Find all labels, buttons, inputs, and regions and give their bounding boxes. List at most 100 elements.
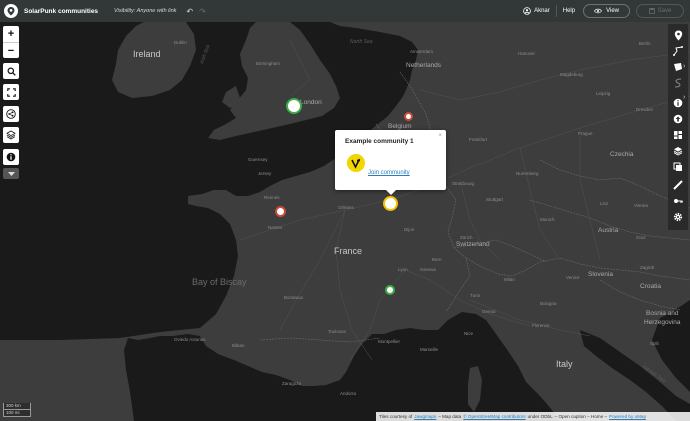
label-netherlands: Netherlands <box>406 62 442 69</box>
label-graz: Graz <box>636 235 646 240</box>
map-canvas[interactable]: Ireland Dublin Irish Sea Birmingham Lond… <box>0 22 690 421</box>
settings-button[interactable] <box>671 210 685 224</box>
umap-logo-icon[interactable] <box>4 4 18 18</box>
label-bordeaux: Bordeaux <box>284 295 304 300</box>
map-attribution: Tiles courtesy of Jawgmaps – Map data © … <box>376 412 690 421</box>
label-birmingham: Birmingham <box>256 61 281 66</box>
community-marker-belgium[interactable] <box>404 112 413 121</box>
label-munich: Munich <box>540 217 555 222</box>
popup-tip <box>385 189 397 195</box>
info-button[interactable] <box>3 149 19 165</box>
ruler-icon <box>673 180 683 190</box>
zoom-control: + − <box>3 26 19 58</box>
label-oviedo: Oviedo Asturias <box>174 337 206 342</box>
popup-close-button[interactable]: × <box>438 133 442 139</box>
label-venice: Venice <box>566 275 580 280</box>
view-button[interactable]: View <box>583 4 630 18</box>
share-icon <box>6 109 16 119</box>
label-czechia: Czechia <box>610 151 634 158</box>
scale-km: 300 km <box>3 403 31 410</box>
route-button[interactable] <box>671 76 685 90</box>
draw-marker-button[interactable] <box>671 28 685 42</box>
search-button[interactable] <box>3 63 19 79</box>
zoom-in-button[interactable]: + <box>3 26 19 42</box>
toolbar-expand-icon[interactable]: › <box>683 63 685 70</box>
wales <box>222 86 242 108</box>
undo-icon[interactable]: ↶ <box>186 7 193 16</box>
basemap <box>0 22 690 421</box>
marker-icon <box>674 30 682 40</box>
map-title[interactable]: SolarPunk communities <box>24 8 98 15</box>
fullscreen-button[interactable] <box>3 84 19 100</box>
label-strasbourg: Strasbourg <box>452 181 475 186</box>
jawgmaps-link[interactable]: Jawgmaps <box>414 414 436 419</box>
label-nantes: Nantes <box>268 225 283 230</box>
label-leipzig: Leipzig <box>596 91 611 96</box>
tilelayer-button[interactable] <box>671 160 685 174</box>
save-button[interactable]: Save <box>636 4 684 18</box>
label-dijon: Dijon <box>404 227 415 232</box>
label-nuremberg: Nuremberg <box>516 171 539 176</box>
label-milan: Milan <box>504 277 515 282</box>
join-community-link[interactable]: Join community <box>368 170 410 176</box>
community-marker-selected[interactable] <box>383 196 398 211</box>
toolbar-expand-icon-2[interactable]: › <box>683 94 685 101</box>
umap-link[interactable]: Powered by uMap <box>609 414 646 419</box>
ireland <box>112 22 196 98</box>
info-circle-icon <box>673 98 683 108</box>
label-lyon: Lyon <box>398 267 408 272</box>
label-zurich: Zürich <box>460 235 473 240</box>
save-label: Save <box>657 8 672 14</box>
layers-icon <box>6 130 16 140</box>
scale-mi: 100 mi <box>3 410 31 417</box>
community-popup: × Example community 1 Join community <box>335 130 446 190</box>
osm-link[interactable]: © OpenStreetMap contributors <box>463 414 525 419</box>
upload-icon <box>673 114 683 124</box>
label-zagreb: Zagreb <box>640 265 655 270</box>
continent-landmass <box>0 22 690 421</box>
great-britain <box>208 22 340 140</box>
caret-down-icon <box>7 171 15 176</box>
label-london: London <box>300 99 322 106</box>
label-bilbao: Bilbao <box>232 343 245 348</box>
attrib-map-data: – Map data <box>438 414 462 419</box>
label-prague: Prague <box>578 131 593 136</box>
layers-button[interactable] <box>3 127 19 143</box>
label-north-sea: North Sea <box>350 39 373 45</box>
permissions-button[interactable] <box>671 194 685 208</box>
user-icon <box>523 7 531 15</box>
attrib-license: under ODbL <box>527 414 553 419</box>
draw-line-button[interactable] <box>671 44 685 58</box>
import-button[interactable] <box>671 112 685 126</box>
label-nice: Nice <box>464 331 474 336</box>
community-marker-london[interactable] <box>286 98 302 114</box>
stack-icon <box>673 147 683 156</box>
community-marker-rennes[interactable] <box>275 206 286 217</box>
label-toulouse: Toulouse <box>328 329 347 334</box>
label-vienna: Vienna <box>634 203 648 208</box>
save-icon <box>648 8 655 14</box>
zoom-out-button[interactable]: − <box>3 42 19 58</box>
center-zoom-button[interactable] <box>671 178 685 192</box>
more-controls-button[interactable] <box>3 168 19 179</box>
attrib-caption[interactable]: – Open caption – Home – <box>555 414 607 419</box>
key-icon <box>674 199 683 203</box>
app-window: SolarPunk communities Visibility: Anyone… <box>0 0 690 421</box>
redo-icon[interactable]: ↷ <box>199 7 206 16</box>
label-split: Split <box>650 341 659 346</box>
label-stuttgart: Stuttgart <box>486 197 504 202</box>
label-slovenia: Slovenia <box>588 271 613 278</box>
label-bay-of-biscay: Bay of Biscay <box>192 277 247 287</box>
gear-icon <box>673 212 683 222</box>
label-rennes: Rennes <box>264 195 280 200</box>
community-marker-lyon[interactable] <box>385 285 395 295</box>
top-bar: SolarPunk communities Visibility: Anyone… <box>0 0 690 22</box>
username: Aknar <box>534 8 550 14</box>
share-button[interactable] <box>3 106 19 122</box>
templates-button[interactable] <box>671 128 685 142</box>
label-france: France <box>334 246 363 256</box>
manage-layers-button[interactable] <box>671 144 685 158</box>
help-button[interactable]: Help <box>563 8 575 14</box>
label-jersey: Jersey <box>258 171 272 176</box>
user-menu[interactable]: Aknar <box>523 7 550 15</box>
